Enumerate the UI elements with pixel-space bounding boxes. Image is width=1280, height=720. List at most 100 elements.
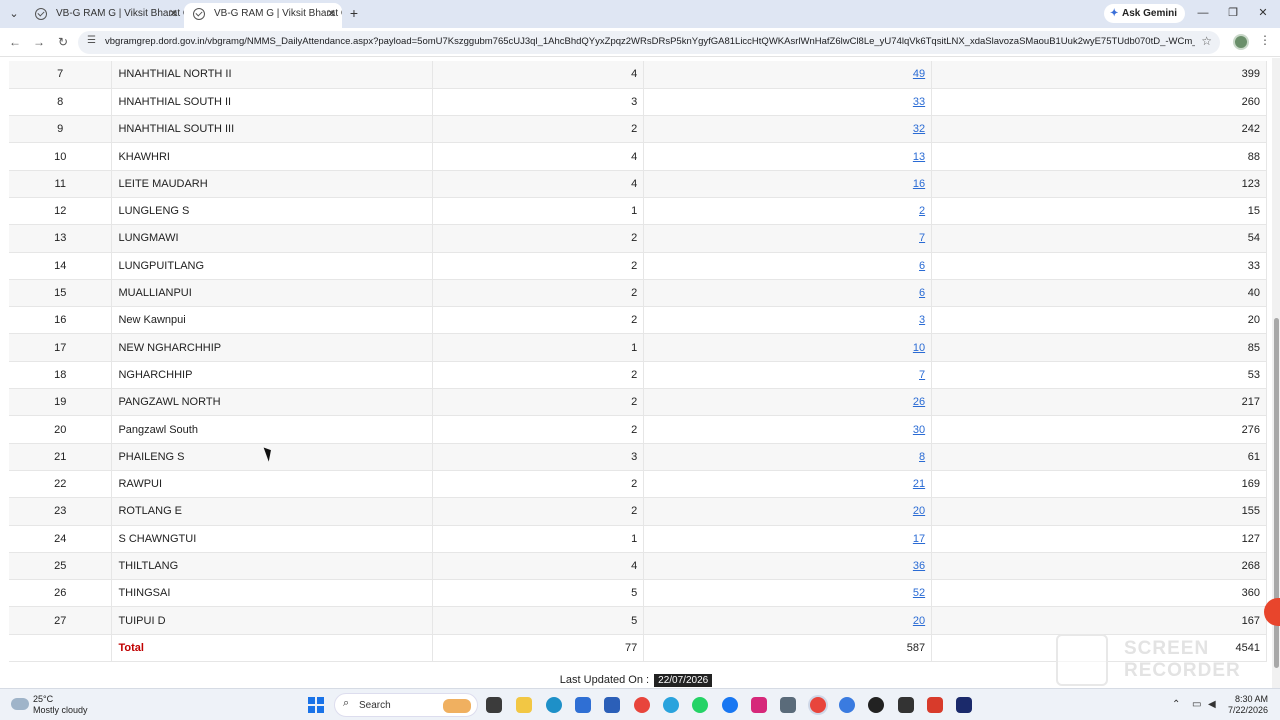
back-icon[interactable]: ← xyxy=(6,33,24,51)
cell-col4-link[interactable]: 13 xyxy=(913,151,925,163)
taskbar-search[interactable]: ⌕ Search xyxy=(334,693,478,717)
tab-search-icon[interactable]: ⌄ xyxy=(6,6,22,22)
cell-col4-link[interactable]: 20 xyxy=(913,615,925,627)
cell-col4-link[interactable]: 33 xyxy=(913,96,925,108)
cell-col4-link[interactable]: 36 xyxy=(913,560,925,572)
cell-col3: 2 xyxy=(432,388,645,417)
telegram-icon[interactable] xyxy=(663,697,679,713)
cell-sno: 12 xyxy=(9,197,113,226)
store-icon[interactable] xyxy=(575,697,591,713)
forward-icon[interactable]: → xyxy=(30,33,48,51)
windows-start-icon[interactable] xyxy=(308,697,324,713)
cell-col4-link[interactable]: 16 xyxy=(913,178,925,190)
cell-sno: 15 xyxy=(9,279,113,308)
taskbar: 25°C Mostly cloudy ⌕ Search ⌃ ▭ ◀ 8:30 A… xyxy=(0,688,1280,720)
url-text[interactable]: vbgramgrep.dord.gov.in/vbgramg/NMMS_Dail… xyxy=(105,36,1195,47)
clock-date: 7/22/2026 xyxy=(1227,705,1268,715)
total-col3: 77 xyxy=(432,634,645,663)
ask-gemini-button[interactable]: ✦ Ask Gemini xyxy=(1104,4,1186,23)
cell-col5: 33 xyxy=(931,252,1267,280)
address-bar[interactable]: ☰ vbgramgrep.dord.gov.in/vbgramg/NMMS_Da… xyxy=(78,31,1220,54)
cell-col4: 20 xyxy=(643,606,933,635)
cell-col5: 399 xyxy=(931,61,1267,89)
edge-icon[interactable] xyxy=(546,697,562,713)
clock-time: 8:30 AM xyxy=(1234,694,1268,704)
vpn-app-icon[interactable] xyxy=(956,697,972,713)
file-explorer-icon[interactable] xyxy=(516,697,532,713)
cell-col3: 4 xyxy=(432,552,645,581)
camera-icon[interactable] xyxy=(898,697,914,713)
table-row: 26 THINGSAI 5 52 360 xyxy=(9,579,1267,608)
table-row: 11 LEITE MAUDARH 4 16 123 xyxy=(9,170,1267,198)
chrome-icon[interactable] xyxy=(634,697,650,713)
cell-col3: 2 xyxy=(432,361,645,390)
cell-col4-link[interactable]: 17 xyxy=(913,533,925,545)
facebook-icon[interactable] xyxy=(722,697,738,713)
calculator-icon[interactable] xyxy=(780,697,796,713)
browser-tab-2[interactable]: VB-G RAM G | Viksit Bharat Gua ✕ xyxy=(184,3,342,28)
cell-col4-link[interactable]: 7 xyxy=(919,369,925,381)
cell-col4-link[interactable]: 52 xyxy=(913,587,925,599)
cell-col4-link[interactable]: 20 xyxy=(913,505,925,517)
cell-col3: 2 xyxy=(432,497,645,526)
cell-panchayat: THINGSAI xyxy=(111,579,434,608)
cell-sno: 11 xyxy=(9,170,113,198)
cell-col4-link[interactable]: 2 xyxy=(919,205,925,217)
browser-tab-1[interactable]: VB-G RAM G | Viksit Bharat Gua ✕ xyxy=(26,3,184,28)
system-clock[interactable]: 8:30 AM 7/22/2026 xyxy=(1196,694,1268,716)
cell-col4: 17 xyxy=(643,525,933,553)
recorder-app-icon[interactable] xyxy=(927,697,943,713)
reload-icon[interactable]: ↻ xyxy=(54,33,72,51)
new-tab-icon[interactable]: + xyxy=(346,5,362,21)
bookmark-star-icon[interactable]: ☆ xyxy=(1201,34,1212,48)
cell-col5: 15 xyxy=(931,197,1267,226)
cell-col4-link[interactable]: 49 xyxy=(913,68,925,80)
whatsapp-icon[interactable] xyxy=(692,697,708,713)
cell-col4-link[interactable]: 32 xyxy=(913,123,925,135)
cell-panchayat: LUNGLENG S xyxy=(111,197,434,226)
weather-app-icon[interactable] xyxy=(839,697,855,713)
cloud-icon[interactable] xyxy=(11,698,29,710)
profile-avatar[interactable] xyxy=(1233,34,1249,50)
cell-col4-link[interactable]: 6 xyxy=(919,260,925,272)
table-row: 18 NGHARCHHIP 2 7 53 xyxy=(9,361,1267,390)
chatgpt-icon[interactable] xyxy=(868,697,884,713)
tray-chevron-icon[interactable]: ⌃ xyxy=(1172,699,1180,710)
cell-panchayat: ROTLANG E xyxy=(111,497,434,526)
outlook-icon[interactable] xyxy=(604,697,620,713)
task-view-icon[interactable] xyxy=(486,697,502,713)
cell-col4-link[interactable]: 7 xyxy=(919,232,925,244)
cell-col3: 2 xyxy=(432,306,645,335)
cell-col4: 30 xyxy=(643,415,933,444)
table-row: 7 HNAHTHIAL NORTH II 4 49 399 xyxy=(9,61,1267,89)
maximize-icon[interactable]: ❐ xyxy=(1222,4,1244,22)
cell-col4-link[interactable]: 21 xyxy=(913,478,925,490)
instagram-icon[interactable] xyxy=(751,697,767,713)
cell-col4-link[interactable]: 8 xyxy=(919,451,925,463)
site-info-icon[interactable]: ☰ xyxy=(87,35,96,46)
search-highlight-icon xyxy=(443,699,471,713)
chrome-active-icon[interactable] xyxy=(810,697,826,713)
minimize-icon[interactable]: — xyxy=(1192,4,1214,22)
menu-kebab-icon[interactable]: ⋮ xyxy=(1259,33,1271,47)
cell-col4-link[interactable]: 6 xyxy=(919,287,925,299)
cell-col4: 20 xyxy=(643,497,933,526)
cell-col4-link[interactable]: 30 xyxy=(913,424,925,436)
cell-col3: 1 xyxy=(432,197,645,226)
cell-col3: 5 xyxy=(432,579,645,608)
cell-col4-link[interactable]: 26 xyxy=(913,396,925,408)
weather-temperature[interactable]: 25°C xyxy=(33,694,53,704)
cell-col4-link[interactable]: 3 xyxy=(919,314,925,326)
cell-panchayat: TUIPUI D xyxy=(111,606,434,635)
tab-close-icon[interactable]: ✕ xyxy=(327,3,336,25)
table-row: 19 PANGZAWL NORTH 2 26 217 xyxy=(9,388,1267,417)
weather-description[interactable]: Mostly cloudy xyxy=(33,705,88,715)
table-row: 9 HNAHTHIAL SOUTH III 2 32 242 xyxy=(9,115,1267,144)
close-window-icon[interactable]: ✕ xyxy=(1252,4,1274,22)
cell-sno-empty xyxy=(9,634,113,663)
site-favicon-icon xyxy=(35,8,47,20)
cell-col4-link[interactable]: 10 xyxy=(913,342,925,354)
tab-close-icon[interactable]: ✕ xyxy=(169,3,178,25)
table-row: 27 TUIPUI D 5 20 167 xyxy=(9,606,1267,635)
cell-col4: 6 xyxy=(643,252,933,280)
